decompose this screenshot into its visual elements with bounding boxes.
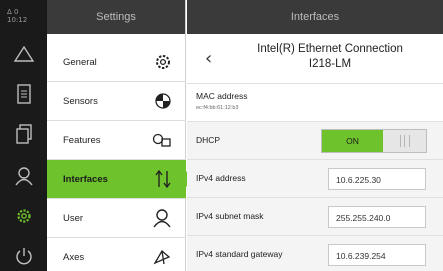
mac-address-value: ec:f4:bb:61:12:b3	[196, 105, 239, 111]
menu-item-label: General	[63, 56, 97, 68]
settings-header: Settings	[47, 0, 185, 34]
menu-item-label: User	[63, 212, 84, 224]
power-icon	[15, 248, 32, 265]
menu-item-label: Axes	[63, 251, 85, 263]
settings-menu: Settings General Sensors Features Interf…	[47, 0, 186, 271]
menu-item-label: Sensors	[63, 95, 98, 107]
menu-item-general[interactable]: General	[47, 43, 186, 82]
grip-icon	[399, 135, 410, 147]
menu-item-interfaces[interactable]: Interfaces	[47, 160, 186, 199]
menu-item-features[interactable]: Features	[47, 121, 186, 160]
interfaces-panel: Interfaces ‹ Intel(R) Ethernet Connectio…	[187, 0, 443, 271]
rail-user-button[interactable]	[0, 156, 47, 196]
user-icon	[153, 209, 171, 228]
back-icon[interactable]: ‹	[205, 48, 212, 69]
key-icon	[152, 133, 171, 147]
interface-title: Intel(R) Ethernet Connection I218-LM	[227, 42, 433, 72]
document-icon	[16, 84, 31, 104]
dhcp-row: DHCP ON	[187, 122, 443, 160]
user-icon	[14, 167, 33, 186]
ipv4-address-field[interactable]: 10.6.225.30	[328, 168, 426, 190]
gateway-row: IPv4 standard gateway 10.6.239.254	[187, 236, 443, 271]
interface-title-line1: Intel(R) Ethernet Connection	[257, 43, 403, 55]
rail-copy-button[interactable]	[0, 114, 47, 154]
copy-icon	[15, 124, 32, 144]
gear-icon	[156, 55, 170, 69]
toggle-grip	[383, 130, 426, 152]
dhcp-toggle[interactable]: ON	[321, 129, 427, 153]
subnet-mask-field[interactable]: 255.255.240.0	[328, 206, 426, 228]
ipv4-address-label: IPv4 address	[196, 173, 246, 183]
gear-icon	[16, 209, 31, 223]
menu-item-user[interactable]: User	[47, 199, 186, 238]
ipv4-address-row: IPv4 address 10.6.225.30	[187, 160, 443, 198]
dhcp-toggle-on: ON	[322, 130, 383, 152]
menu-item-label: Interfaces	[63, 173, 108, 185]
menu-item-axes[interactable]: Axes	[47, 238, 186, 271]
network-icon	[155, 169, 171, 189]
sensor-icon	[155, 93, 171, 109]
interface-title-line2: I218-LM	[308, 58, 352, 70]
interfaces-header: Interfaces	[187, 0, 443, 34]
interface-title-row: ‹ Intel(R) Ethernet Connection I218-LM	[187, 34, 443, 84]
subnet-mask-label: IPv4 subnet mask	[196, 211, 264, 221]
subnet-mask-row: IPv4 subnet mask 255.255.240.0	[187, 198, 443, 236]
mac-address-label: MAC address	[196, 91, 248, 101]
clock: 10:12	[7, 16, 28, 24]
menu-item-sensors[interactable]: Sensors	[47, 82, 186, 121]
gateway-field[interactable]: 10.6.239.254	[328, 244, 426, 266]
signal-indicator: Δ 0	[7, 8, 19, 16]
warning-icon	[13, 45, 34, 62]
mac-address-row: MAC address ec:f4:bb:61:12:b3	[187, 84, 443, 122]
status-bar: Δ 0 10:12	[0, 0, 47, 34]
rail-document-button[interactable]	[0, 74, 47, 114]
rail-settings-button[interactable]	[0, 196, 47, 236]
rail-warning-button[interactable]	[0, 34, 47, 74]
gateway-label: IPv4 standard gateway	[196, 249, 283, 259]
dhcp-label: DHCP	[196, 135, 221, 145]
icon-rail: Δ 0 10:12	[0, 0, 47, 271]
rail-power-button[interactable]	[0, 236, 47, 271]
menu-item-label: Features	[63, 134, 101, 146]
axes-icon	[153, 249, 171, 265]
